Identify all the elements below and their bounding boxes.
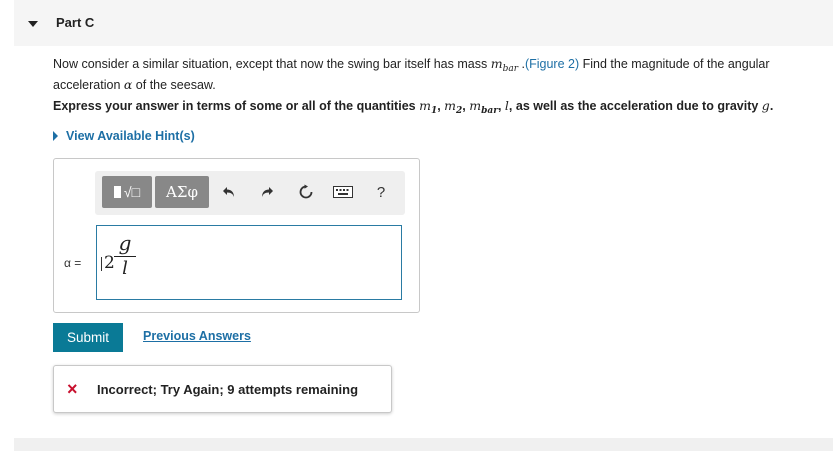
answer-fraction: g l <box>114 232 136 279</box>
hint-label: View Available Hint(s) <box>66 129 195 143</box>
text-cursor <box>101 257 102 271</box>
mbar-symbol: m <box>490 56 503 71</box>
problem-text-4: of the seesaw. <box>132 78 216 92</box>
feedback-text: Incorrect; Try Again; 9 attempts remaini… <box>97 382 359 397</box>
undo-icon[interactable] <box>218 181 240 203</box>
fraction-bar <box>114 256 136 257</box>
problem-text-1: Now consider a similar situation, except… <box>53 57 491 71</box>
comma: , <box>497 99 505 113</box>
express-text-1: Express your answer in terms of some or … <box>53 99 420 113</box>
part-header[interactable] <box>14 0 833 46</box>
answer-label: α = <box>64 256 82 270</box>
problem-text-2: . <box>518 57 525 71</box>
mbar-subscript: bar <box>502 64 518 74</box>
reset-icon[interactable] <box>295 181 317 203</box>
fraction-numerator: g <box>118 231 132 255</box>
m1-symbol: m <box>419 98 431 113</box>
next-part-header[interactable] <box>14 438 833 451</box>
feedback-box: × Incorrect; Try Again; 9 attempts remai… <box>53 365 392 413</box>
collapse-caret-icon[interactable] <box>28 21 38 27</box>
problem-statement: Now consider a similar situation, except… <box>53 56 823 93</box>
answer-input[interactable]: 2 g l <box>96 225 402 300</box>
templates-button[interactable]: √□ <box>102 176 152 208</box>
mbar-subscript: bar <box>481 106 498 116</box>
express-text-3: . <box>769 99 774 113</box>
mbar-symbol: m <box>469 98 482 113</box>
g-symbol: g <box>761 98 770 113</box>
expand-arrow-icon <box>53 131 58 141</box>
keyboard-icon[interactable] <box>332 181 354 203</box>
previous-answers-link[interactable]: Previous Answers <box>143 329 251 343</box>
view-hints-link[interactable]: View Available Hint(s) <box>53 129 195 143</box>
templates-label: √□ <box>123 184 141 200</box>
m2-symbol: m <box>444 98 457 113</box>
error-x-icon: × <box>67 379 78 399</box>
greek-label: ΑΣφ <box>166 183 198 201</box>
figure-link[interactable]: (Figure 2) <box>525 57 579 71</box>
part-title: Part C <box>56 15 95 30</box>
submit-button[interactable]: Submit <box>53 323 123 352</box>
template-square-icon <box>113 186 121 198</box>
express-text-2: , as well as the acceleration due to gra… <box>508 99 762 113</box>
greek-symbols-button[interactable]: ΑΣφ <box>155 176 209 208</box>
math-toolbar: √□ ΑΣφ ? <box>95 171 405 215</box>
help-button[interactable]: ? <box>370 181 392 203</box>
fraction-denominator: l <box>122 258 128 279</box>
redo-icon[interactable] <box>256 181 278 203</box>
express-instruction: Express your answer in terms of some or … <box>53 98 828 116</box>
